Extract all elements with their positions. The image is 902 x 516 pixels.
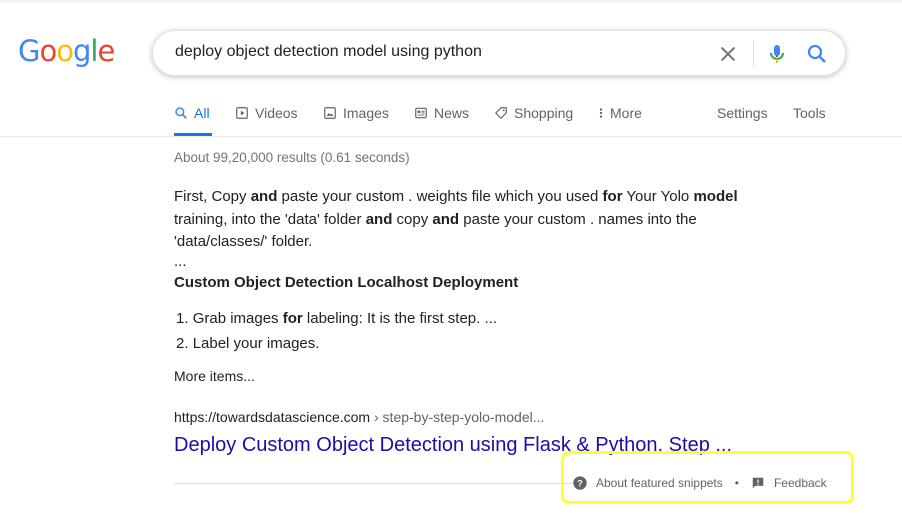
tab-more[interactable]: More	[598, 104, 642, 136]
snippet-line: training, into the 'data' folder and cop…	[174, 209, 784, 232]
tab-settings[interactable]: Settings	[717, 104, 768, 136]
tag-icon	[495, 107, 507, 119]
mic-icon[interactable]	[765, 42, 789, 66]
snippet-bold: model	[693, 188, 738, 205]
feedback-link[interactable]: Feedback	[751, 476, 827, 490]
snippet-bold: and	[432, 210, 460, 228]
search-box	[152, 30, 846, 76]
search-tabs: All Videos Images News Shopping More Set…	[0, 104, 902, 136]
snippet-text: copy	[392, 210, 433, 228]
tab-label: All	[194, 105, 210, 121]
top-border	[0, 0, 902, 3]
list-number: 1.	[176, 310, 189, 327]
snippet-divider	[174, 483, 584, 484]
list-text: Label your images.	[192, 335, 320, 352]
snippet-heading: Custom Object Detection Localhost Deploy…	[174, 274, 519, 291]
tab-shopping[interactable]: Shopping	[494, 104, 573, 136]
more-items-link[interactable]: More items...	[174, 368, 255, 384]
video-icon	[236, 107, 248, 119]
result-stats: About 99,20,000 results (0.61 seconds)	[174, 150, 410, 165]
logo-letter: g	[72, 34, 91, 68]
tab-all[interactable]: All	[174, 104, 212, 136]
more-vert-icon	[599, 108, 603, 118]
tab-label: Shopping	[514, 105, 574, 121]
news-icon	[415, 107, 427, 119]
clear-icon[interactable]	[717, 43, 739, 65]
list-number: 2.	[176, 335, 189, 352]
logo-letter: l	[90, 34, 98, 68]
snippet-bold: and	[365, 210, 393, 228]
snippet-ellipsis: ...	[174, 253, 187, 270]
snippet-bold: for	[602, 188, 623, 205]
search-icon[interactable]	[805, 42, 829, 66]
snippet-bold: and	[250, 188, 278, 205]
tab-label: More	[610, 105, 642, 121]
result-url[interactable]: https://towardsdatascience.com › step-by…	[174, 409, 544, 425]
search-icon	[175, 107, 187, 119]
list-text: labeling: It is the first step. ...	[302, 310, 497, 327]
search-divider	[753, 41, 754, 67]
tab-label: Tools	[793, 105, 826, 121]
snippet-line: 'data/classes/' folder.	[174, 233, 313, 250]
logo-letter: o	[56, 34, 74, 68]
snippet-text: training, into the 'data' folder	[174, 210, 366, 228]
snippet-list: 1. Grab images for labeling: It is the f…	[176, 308, 497, 358]
about-featured-snippets-link[interactable]: ? About featured snippets	[572, 475, 723, 491]
help-icon: ?	[573, 476, 587, 490]
feedback-label: Feedback	[773, 476, 827, 490]
snippet-text: First, Copy	[174, 188, 251, 205]
search-input[interactable]	[175, 43, 695, 61]
about-label: About featured snippets	[596, 476, 723, 490]
tab-images[interactable]: Images	[323, 104, 389, 136]
tab-label: Images	[343, 105, 389, 121]
tabs-divider	[0, 136, 902, 137]
image-icon	[324, 107, 336, 119]
snippet-text: Your Yolo	[622, 188, 694, 205]
logo-letter: o	[39, 34, 57, 68]
url-breadcrumb: › step-by-step-yolo-model...	[370, 409, 545, 425]
google-logo[interactable]: Google	[18, 34, 115, 68]
tab-videos[interactable]: Videos	[235, 104, 298, 136]
list-bold: for	[282, 310, 303, 327]
list-item: 1. Grab images for labeling: It is the f…	[176, 308, 497, 333]
list-text: Grab images	[192, 310, 283, 327]
snippet-text: paste your custom . names into the	[459, 210, 697, 228]
featured-snippet-text: First, Copy and paste your custom . weig…	[174, 186, 784, 254]
snippet-footer: ? About featured snippets • Feedback	[572, 474, 827, 492]
logo-letter: G	[18, 34, 41, 68]
snippet-text: paste your custom . weights file which y…	[277, 188, 603, 205]
list-item: 2. Label your images.	[176, 333, 497, 358]
tab-tools[interactable]: Tools	[793, 104, 826, 136]
logo-letter: e	[97, 34, 115, 68]
url-domain: https://towardsdatascience.com	[174, 409, 371, 425]
snippet-line: First, Copy and paste your custom . weig…	[174, 186, 784, 209]
tab-label: Videos	[255, 105, 298, 121]
tab-news[interactable]: News	[414, 104, 469, 136]
footer-separator: •	[734, 476, 739, 490]
tab-label: News	[434, 105, 470, 121]
svg-text:?: ?	[577, 478, 583, 488]
feedback-icon	[752, 477, 764, 489]
tab-label: Settings	[717, 105, 768, 121]
